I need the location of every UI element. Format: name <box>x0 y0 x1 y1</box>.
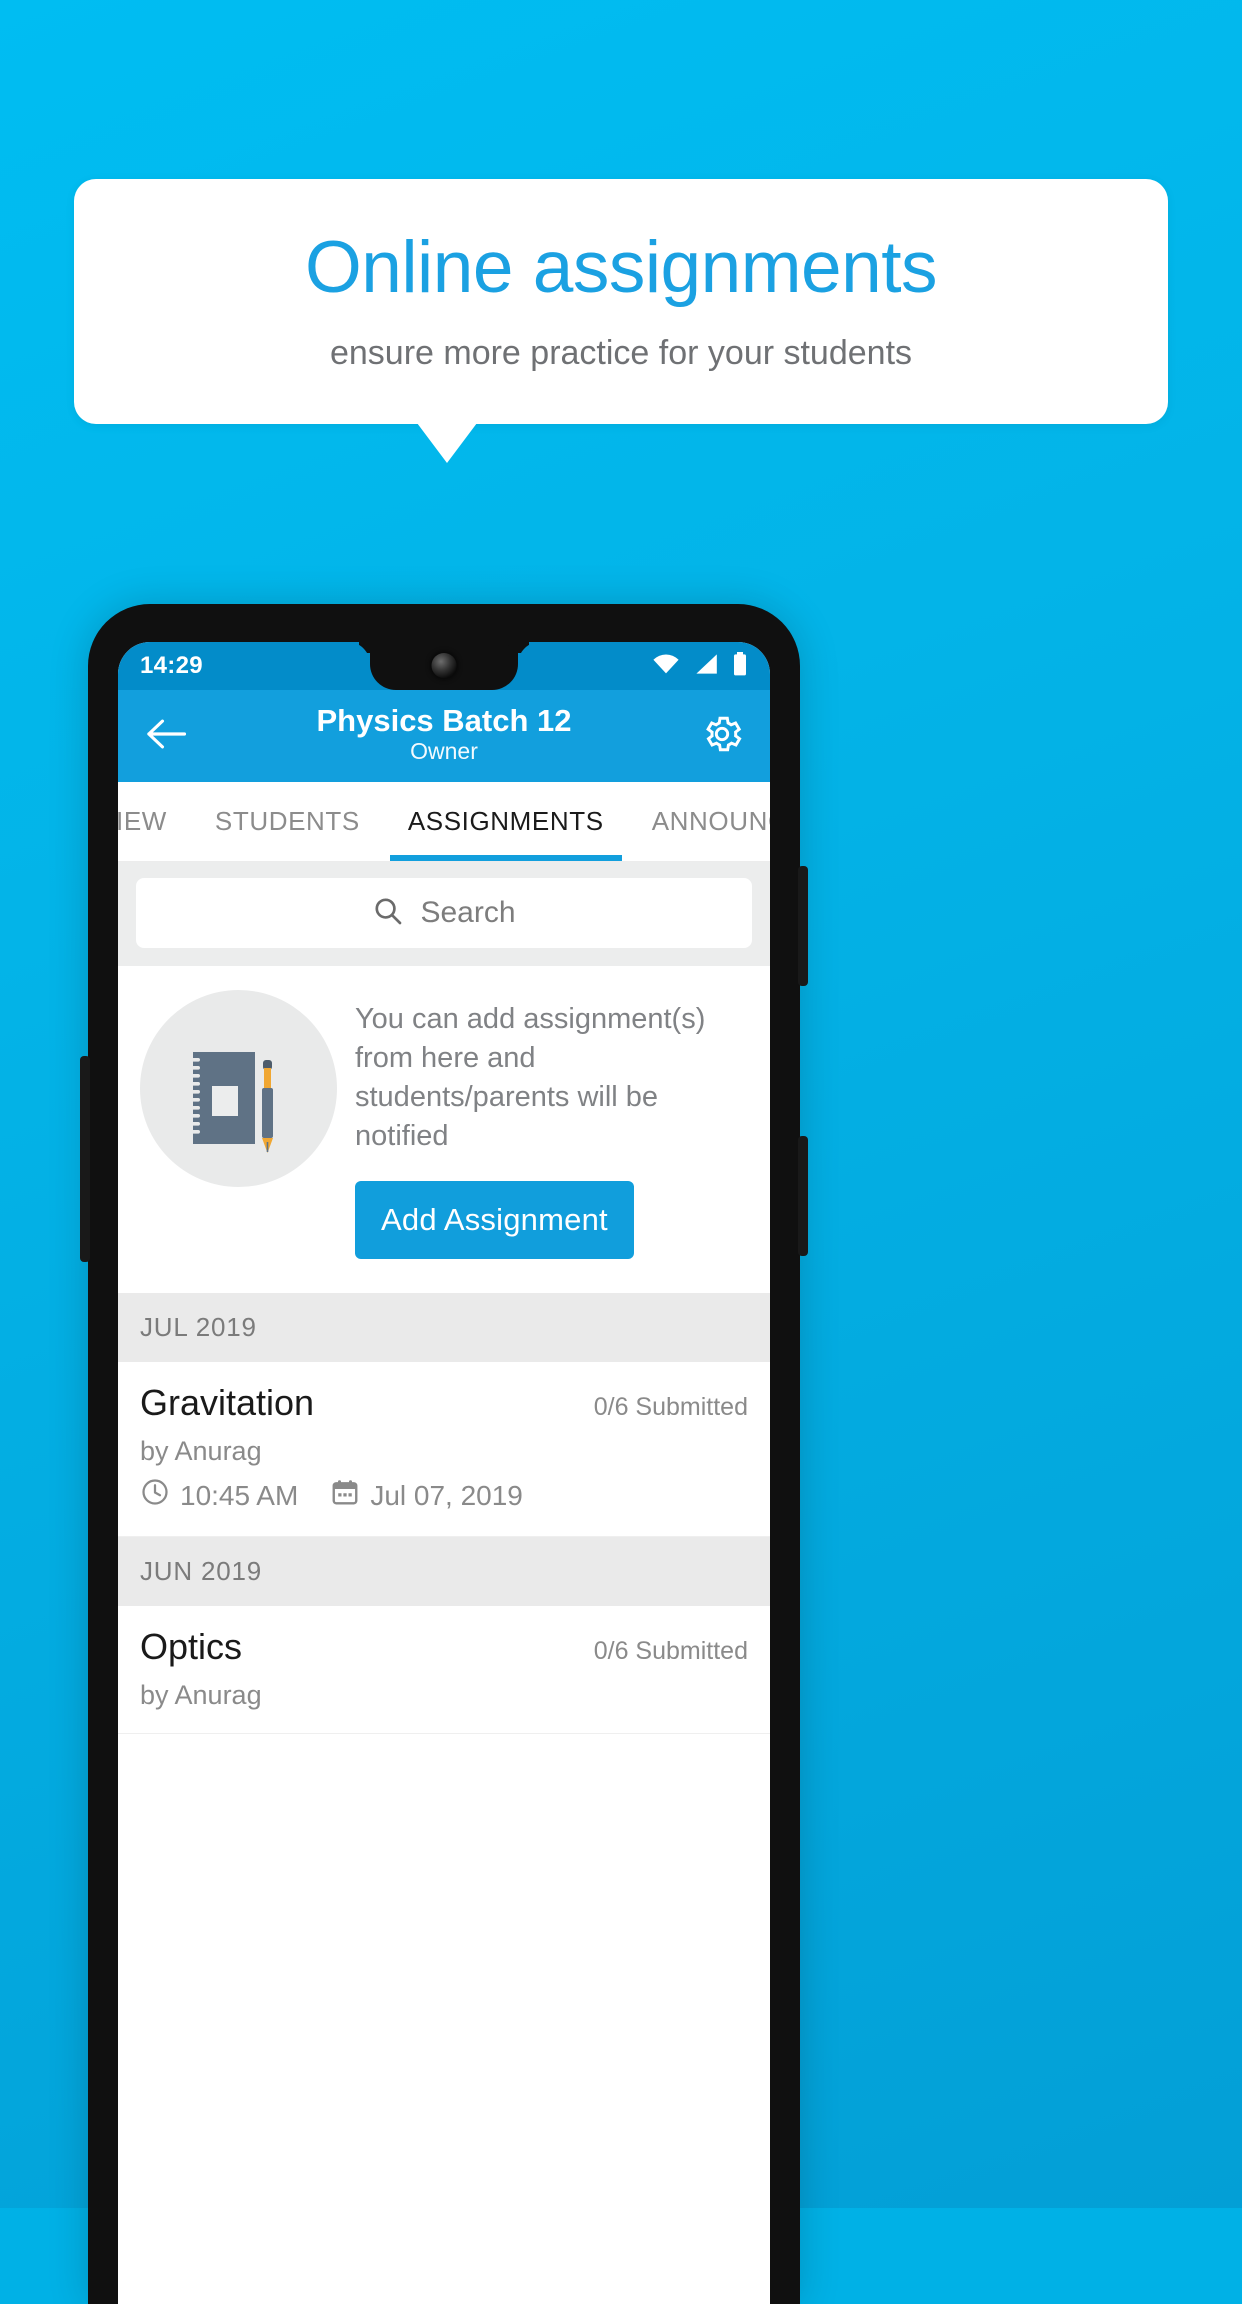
empty-state-content: You can add assignment(s) from here and … <box>355 990 754 1260</box>
assignment-row-gravitation[interactable]: Gravitation 0/6 Submitted by Anurag 10:4… <box>118 1362 770 1538</box>
promo-subtitle: ensure more practice for your students <box>329 334 913 372</box>
tab-overview[interactable]: IEW <box>118 782 191 861</box>
phone-screen: 14:29 Physics Batch 12 Owner IEW STUDENT… <box>118 642 770 2304</box>
back-arrow-icon <box>146 718 187 755</box>
assignment-row-top: Optics 0/6 Submitted <box>140 1626 748 1668</box>
page-title: Physics Batch 12 <box>316 702 572 738</box>
assignment-author: by Anurag <box>140 1436 262 1467</box>
assignment-submitted-count: 0/6 Submitted <box>593 1637 748 1666</box>
app-bar: Physics Batch 12 Owner <box>118 690 770 782</box>
assignment-submitted-count: 0/6 Submitted <box>593 1393 748 1422</box>
search-input[interactable]: Search <box>136 878 752 948</box>
promo-bubble-tail <box>417 423 477 463</box>
phone-side-button <box>798 1136 808 1256</box>
tab-bar[interactable]: IEW STUDENTS ASSIGNMENTS ANNOUNCEM <box>118 782 770 862</box>
clock-icon <box>140 1477 170 1514</box>
assignment-meta: 10:45 AM Jul 07, 2019 <box>140 1477 748 1514</box>
add-assignment-button[interactable]: Add Assignment <box>355 1181 634 1260</box>
assignment-title: Optics <box>140 1626 243 1668</box>
assignment-author: by Anurag <box>140 1680 262 1711</box>
app-bar-titles: Physics Batch 12 Owner <box>194 702 694 766</box>
settings-button[interactable] <box>694 708 750 764</box>
wifi-icon <box>652 653 680 680</box>
month-header-jul: JUL 2019 <box>118 1293 770 1363</box>
front-camera <box>431 653 457 678</box>
back-button[interactable] <box>138 708 194 764</box>
gear-icon <box>700 712 744 761</box>
assignment-time: 10:45 AM <box>180 1479 299 1511</box>
status-time: 14:29 <box>140 652 203 679</box>
tab-announcements[interactable]: ANNOUNCEM <box>628 782 770 861</box>
search-container: Search <box>118 862 770 966</box>
month-header-jun: JUN 2019 <box>118 1537 770 1607</box>
assignment-title: Gravitation <box>140 1382 315 1424</box>
status-icons <box>652 651 748 681</box>
assignment-row-top: Gravitation 0/6 Submitted <box>140 1382 748 1424</box>
cellular-signal-icon <box>694 653 718 680</box>
tab-students[interactable]: STUDENTS <box>191 782 384 861</box>
notebook-and-pen-icon <box>140 990 337 1187</box>
assignment-date: Jul 07, 2019 <box>370 1479 523 1511</box>
battery-icon <box>732 651 748 681</box>
empty-state-card: You can add assignment(s) from here and … <box>118 966 770 1294</box>
search-icon <box>372 895 404 932</box>
assignment-row-optics[interactable]: Optics 0/6 Submitted by Anurag <box>118 1606 770 1735</box>
phone-mockup: 14:29 Physics Batch 12 Owner IEW STUDENT… <box>80 604 808 2304</box>
tab-assignments[interactable]: ASSIGNMENTS <box>384 782 628 861</box>
promo-bubble: Online assignments ensure more practice … <box>74 179 1168 424</box>
empty-state-text: You can add assignment(s) from here and … <box>355 1003 706 1152</box>
phone-notch <box>370 642 518 690</box>
phone-volume-button <box>80 1056 90 1262</box>
promo-title: Online assignments <box>304 227 938 308</box>
calendar-icon <box>330 1477 360 1514</box>
search-placeholder: Search <box>420 896 516 929</box>
page-subtitle: Owner <box>410 738 478 765</box>
phone-power-button <box>798 866 808 986</box>
